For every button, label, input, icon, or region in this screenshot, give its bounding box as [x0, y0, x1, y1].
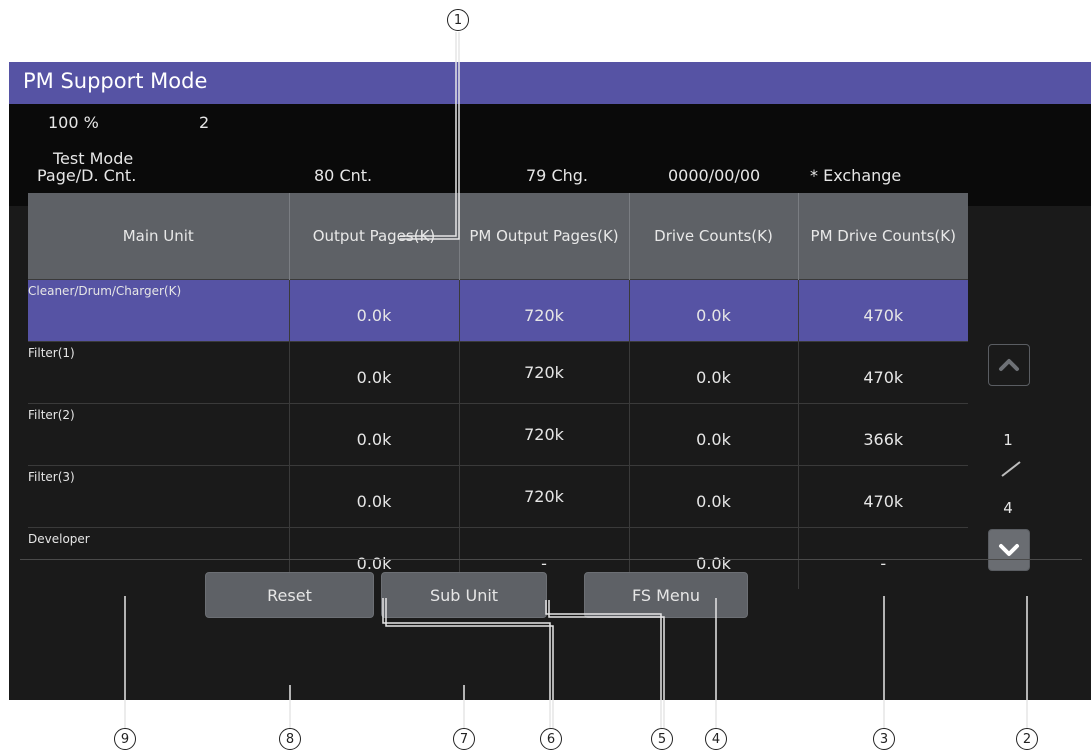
callout-8: 8	[279, 728, 301, 750]
callout-5: 5	[651, 728, 673, 750]
callout-9: 9	[114, 728, 136, 750]
callout-7: 7	[453, 728, 475, 750]
callout-6: 6	[540, 728, 562, 750]
callout-2: 2	[1016, 728, 1038, 750]
callout-3: 3	[873, 728, 895, 750]
callout-4: 4	[705, 728, 727, 750]
callout-leader-lines	[124, 32, 1028, 730]
callout-1: 1	[447, 9, 469, 31]
